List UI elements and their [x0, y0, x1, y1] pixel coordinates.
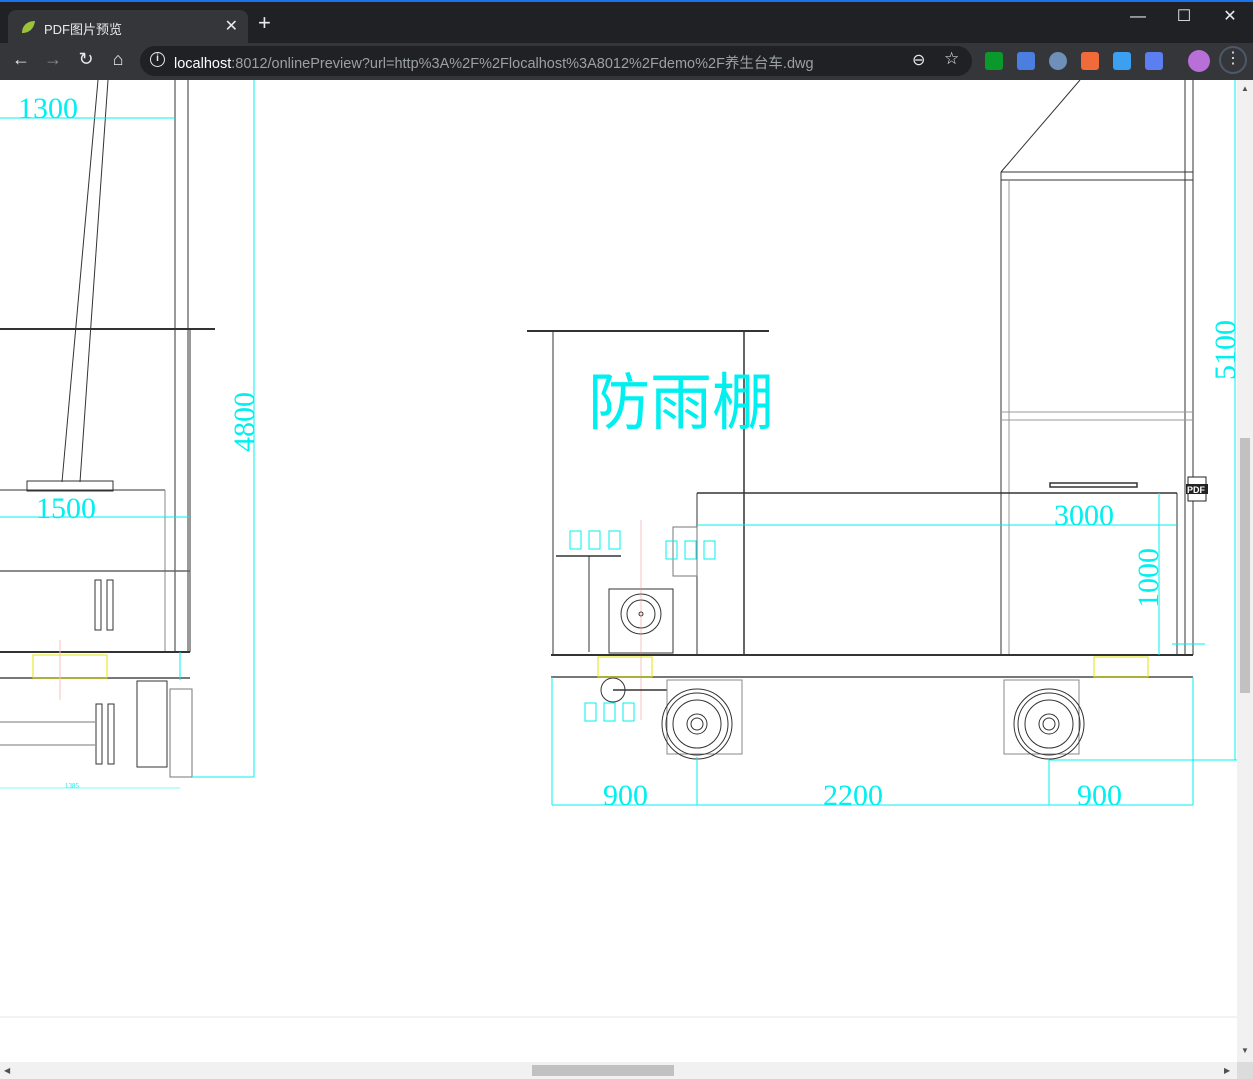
scroll-up-arrow-icon[interactable]: ▲ — [1241, 84, 1249, 93]
cad-drawing: 1300 1500 1385 4800 5100 1000 3000 900 2… — [0, 80, 1237, 1018]
url-path: :8012/onlinePreview?url=http%3A%2F%2Floc… — [231, 56, 814, 72]
tab-title: PDF图片预览 — [44, 22, 123, 37]
scroll-right-arrow-icon[interactable]: ▶ — [1224, 1066, 1230, 1075]
profile-avatar[interactable] — [1188, 50, 1210, 72]
wheel-right — [1013, 688, 1085, 760]
new-tab-button[interactable]: + — [258, 10, 271, 36]
leaf-favicon-icon — [22, 21, 35, 33]
url-host: localhost — [174, 56, 232, 72]
right-dimensions — [551, 80, 1237, 806]
google-translate-icon[interactable] — [1017, 52, 1035, 70]
vertical-scrollbar[interactable]: ▲ ▼ — [1237, 80, 1253, 1062]
site-info-icon[interactable]: i — [150, 52, 165, 67]
dwg-preview-canvas: 1300 1500 1385 4800 5100 1000 3000 900 2… — [0, 80, 1237, 1062]
dim-900-left: 900 — [603, 779, 648, 812]
back-button[interactable]: ← — [8, 49, 34, 70]
circle-extension-icon[interactable] — [1049, 52, 1067, 70]
address-bar[interactable]: i localhost:8012/onlinePreview?url=http%… — [140, 46, 972, 76]
wheel-left — [661, 688, 733, 760]
dim-4800: 4800 — [228, 392, 261, 452]
tampermonkey-icon[interactable] — [985, 52, 1003, 70]
dim-2200: 2200 — [823, 779, 883, 812]
dim-1000: 1000 — [1132, 548, 1165, 608]
dim-5100: 5100 — [1209, 320, 1237, 380]
menu-kebab-icon[interactable]: ⋮ — [1219, 46, 1247, 74]
tab-pdf-preview[interactable]: PDF图片预览 ✕ — [8, 10, 248, 45]
swift-extension-icon[interactable] — [1145, 52, 1163, 70]
dim-1385: 1385 — [65, 782, 80, 790]
scroll-down-arrow-icon[interactable]: ▼ — [1241, 1046, 1249, 1055]
horizontal-scroll-thumb[interactable] — [532, 1065, 674, 1076]
minimize-button[interactable]: — — [1115, 4, 1161, 32]
orange-extension-icon[interactable] — [1081, 52, 1099, 70]
horizontal-scrollbar[interactable]: ◀ ▶ — [0, 1062, 1237, 1079]
tab-strip: PDF图片预览 ✕ + — ☐ ✕ — [0, 2, 1253, 45]
zoom-out-icon[interactable]: ⊖ — [912, 50, 925, 70]
dim-900-right: 900 — [1077, 779, 1122, 812]
vertical-scroll-thumb[interactable] — [1240, 438, 1250, 693]
maximize-button[interactable]: ☐ — [1161, 4, 1207, 32]
left-dimensions — [0, 80, 255, 789]
dim-1300: 1300 — [18, 92, 78, 125]
scroll-left-arrow-icon[interactable]: ◀ — [4, 1066, 10, 1075]
tab-close-icon[interactable]: ✕ — [225, 16, 238, 36]
scrollbar-corner — [1237, 1062, 1253, 1079]
cloud-extension-icon[interactable] — [1113, 52, 1131, 70]
forward-button[interactable]: → — [40, 49, 66, 70]
reload-button[interactable]: ↻ — [73, 49, 99, 70]
label-rain-shelter: 防雨棚 — [588, 366, 774, 439]
browser-toolbar: ← → ↻ ⌂ i localhost:8012/onlinePreview?u… — [0, 43, 1253, 80]
bookmark-star-icon[interactable]: ☆ — [944, 49, 959, 69]
dim-1500: 1500 — [36, 492, 96, 525]
pdf-badge: PDF — [1187, 485, 1206, 495]
url-text[interactable]: localhost:8012/onlinePreview?url=http%3A… — [174, 52, 814, 73]
left-view — [0, 80, 215, 778]
close-window-button[interactable]: ✕ — [1207, 4, 1253, 32]
home-button[interactable]: ⌂ — [105, 49, 131, 70]
dim-3000: 3000 — [1054, 499, 1114, 532]
pdf-file-icon[interactable]: PDF — [1186, 476, 1208, 502]
